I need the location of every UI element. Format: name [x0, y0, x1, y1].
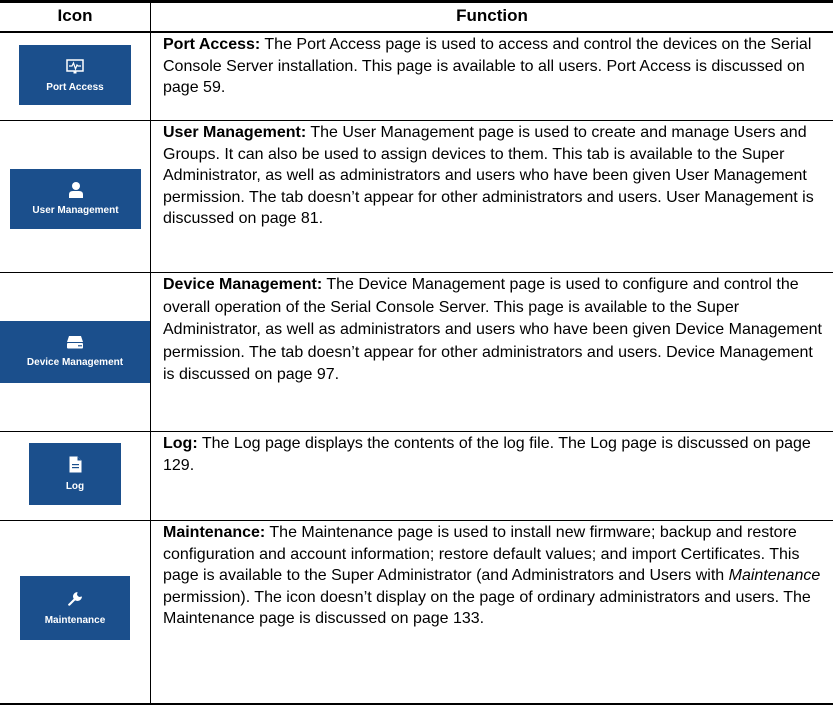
monitor-pulse-icon: [66, 59, 84, 74]
function-text: Port Access: The Port Access page is use…: [163, 34, 828, 99]
function-title: Device Management:: [163, 276, 323, 293]
function-table: Icon Function Port Access Port Access: T…: [0, 0, 833, 706]
function-emphasis: Maintenance: [728, 567, 821, 584]
port-access-tile: Port Access: [19, 45, 131, 105]
table-bottom-rule: [0, 703, 833, 705]
log-tile: Log: [29, 443, 121, 505]
tile-label: Device Management: [26, 357, 124, 368]
function-text: Maintenance: The Maintenance page is use…: [163, 522, 828, 630]
function-description-part2: permission). The icon doesn’t display on…: [163, 588, 811, 628]
table-row-maintenance: Maintenance Maintenance: The Maintenance…: [0, 521, 833, 703]
function-title: Maintenance:: [163, 524, 266, 541]
server-drive-icon: [67, 336, 83, 349]
tile-label: User Management: [32, 205, 119, 216]
table-row-log: Log Log: The Log page displays the conte…: [0, 432, 833, 520]
wrench-icon: [68, 592, 82, 606]
function-text: User Management: The User Management pag…: [163, 122, 828, 230]
user-icon: [68, 182, 83, 198]
function-description: The Port Access page is used to access a…: [163, 36, 812, 96]
user-management-tile: User Management: [10, 169, 141, 229]
function-text: Log: The Log page displays the contents …: [163, 433, 828, 476]
header-function: Function: [456, 6, 528, 25]
device-management-tile: Device Management: [0, 321, 150, 383]
function-text: Device Management: The Device Management…: [163, 274, 828, 387]
icon-cell: Port Access: [0, 33, 150, 120]
icon-cell: Maintenance: [0, 521, 150, 703]
header-icon: Icon: [57, 6, 93, 25]
function-title: Port Access:: [163, 36, 261, 53]
table-row-user-management: User Management User Management: The Use…: [0, 121, 833, 272]
table-row-port-access: Port Access Port Access: The Port Access…: [0, 33, 833, 120]
tile-label: Log: [65, 481, 85, 492]
table-row-device-management: Device Management Device Management: The…: [0, 273, 833, 431]
tile-label: Port Access: [46, 82, 104, 93]
icon-cell: User Management: [0, 121, 150, 272]
function-title: User Management:: [163, 124, 307, 141]
icon-cell: Log: [0, 432, 150, 520]
function-title: Log:: [163, 435, 198, 452]
icon-cell: Device Management: [0, 273, 150, 431]
table-top-rule: [0, 0, 833, 3]
document-icon: [69, 456, 81, 473]
function-description: The Log page displays the contents of th…: [163, 435, 811, 474]
maintenance-tile: Maintenance: [20, 576, 130, 640]
tile-label: Maintenance: [44, 615, 106, 626]
